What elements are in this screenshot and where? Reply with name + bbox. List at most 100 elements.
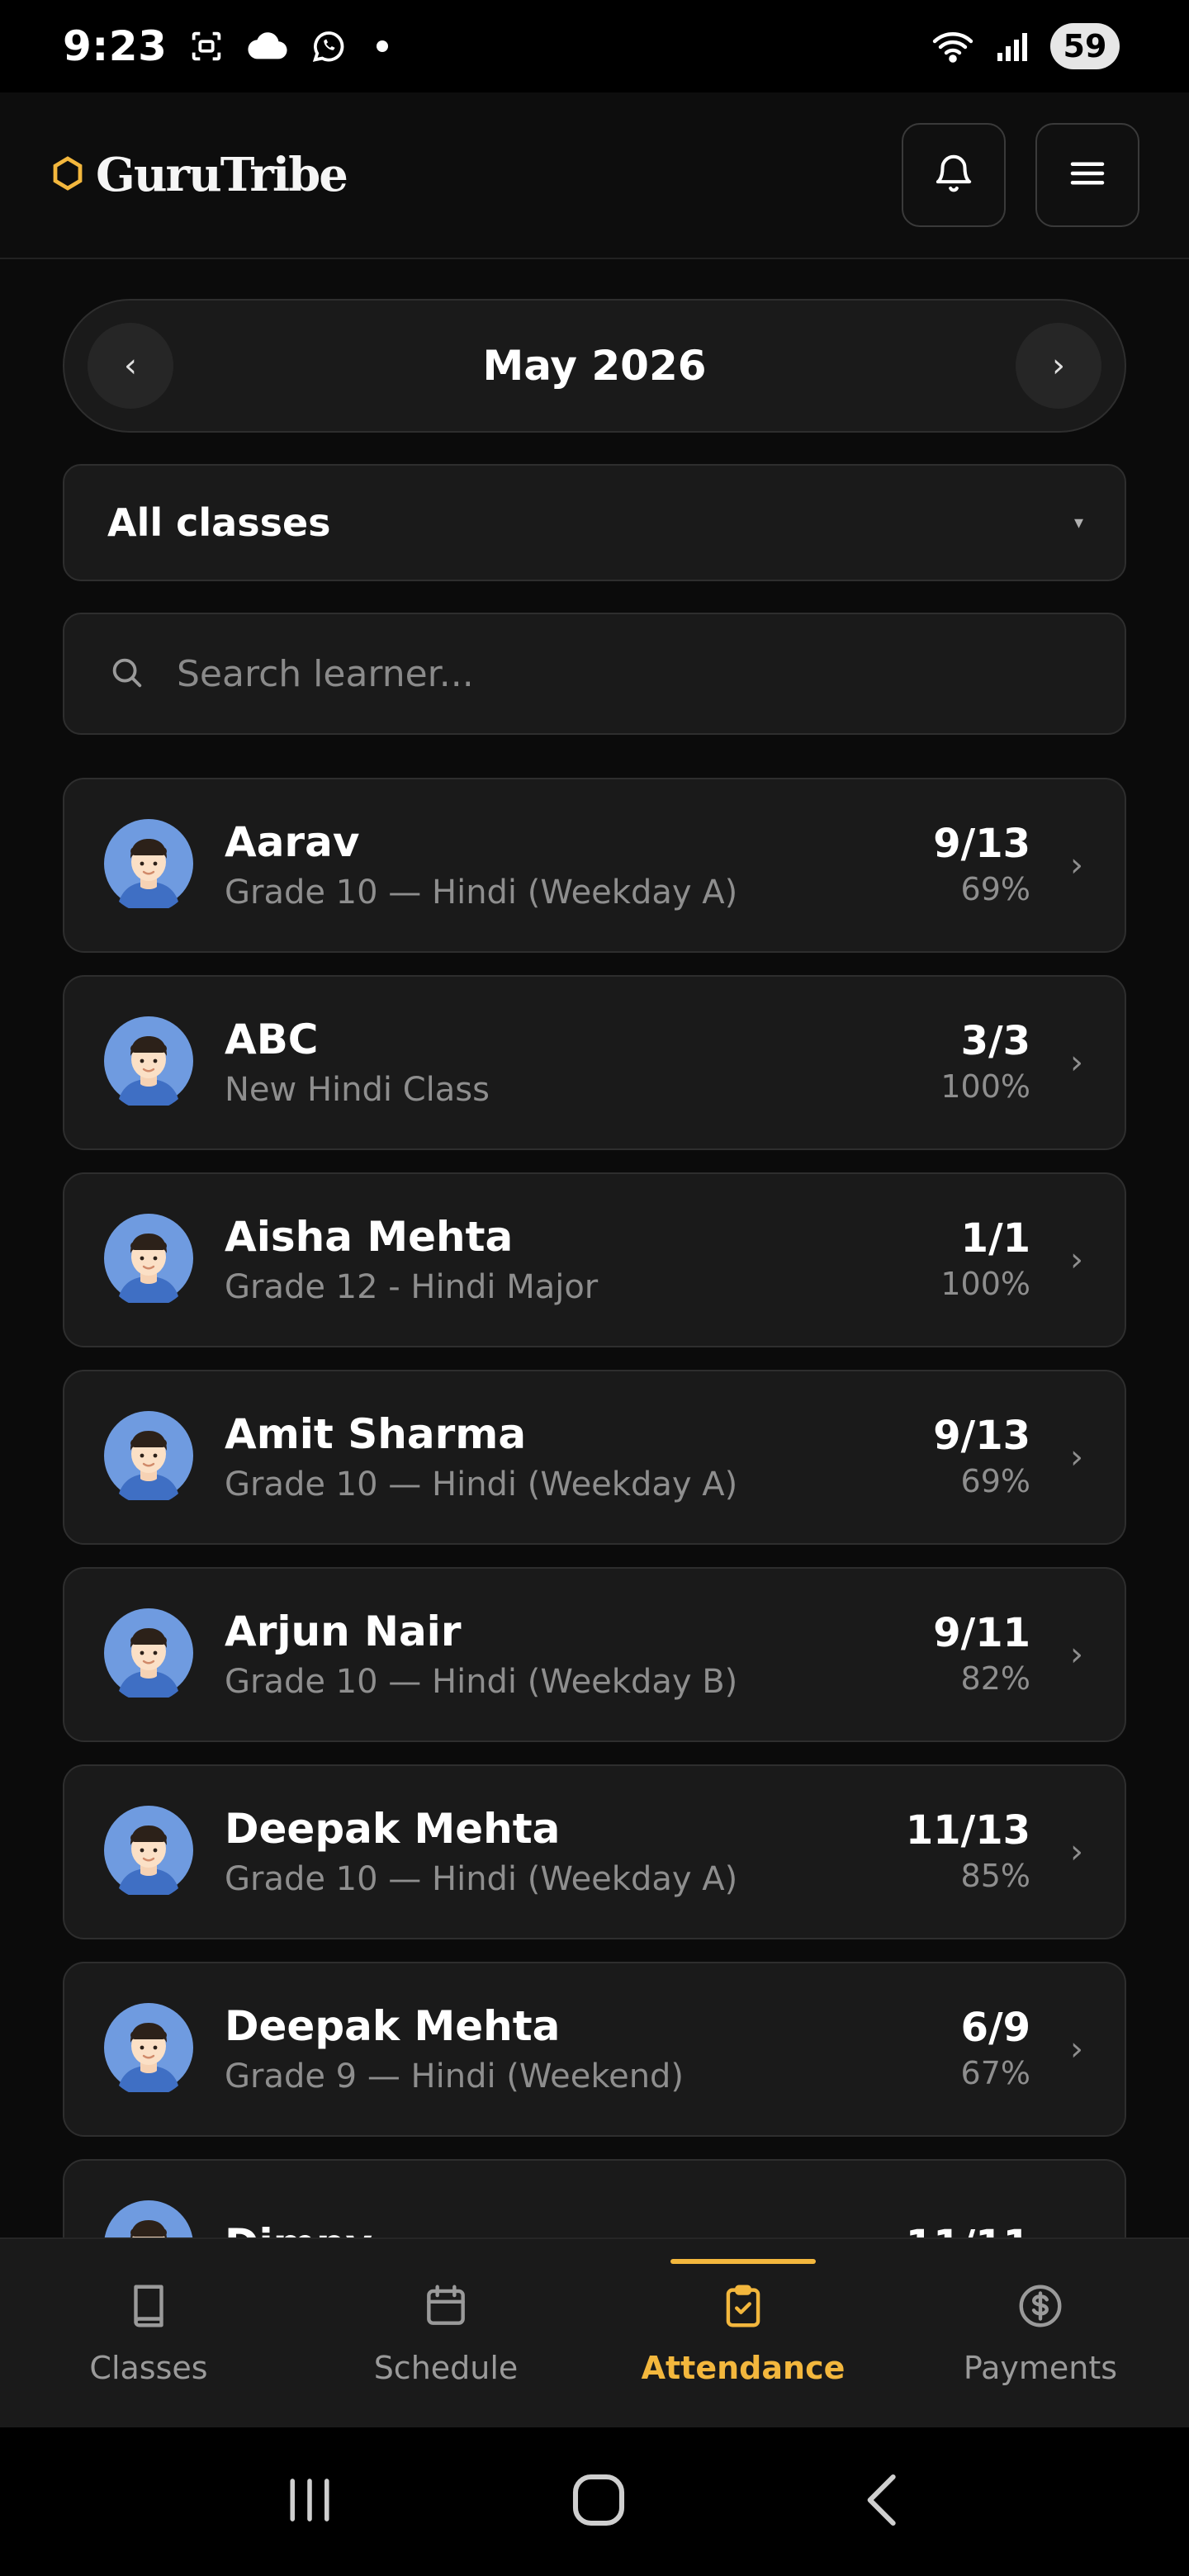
chevron-left-icon: ‹ — [124, 347, 137, 385]
calendar-icon — [420, 2280, 471, 2335]
attendance-percent: 100% — [940, 1266, 1030, 1303]
attendance-percent: 69% — [960, 1463, 1030, 1500]
learner-name: Amit Sharma — [225, 1410, 527, 1458]
signal-icon — [991, 25, 1034, 68]
search-box — [63, 613, 1126, 735]
learner-name: ABC — [225, 1016, 319, 1063]
notifications-button[interactable] — [902, 123, 1006, 227]
chevron-right-icon: › — [1070, 2228, 1083, 2237]
notification-dot-icon — [377, 40, 389, 52]
brand-hexagon-icon — [51, 155, 84, 195]
learner-name: Dimpy — [225, 2219, 906, 2237]
avatar — [104, 819, 193, 913]
attendance-count: 11/13 — [905, 1807, 1030, 1854]
caret-down-icon: ▾ — [1073, 512, 1083, 533]
tab-payments[interactable]: Payments — [892, 2239, 1189, 2427]
avatar — [104, 1214, 193, 1308]
learner-row[interactable]: Deepak Mehta Grade 10 — Hindi (Weekday A… — [63, 1764, 1126, 1939]
previous-month-button[interactable]: ‹ — [88, 323, 173, 409]
attendance-count: 11/11 — [906, 2222, 1030, 2237]
brand-name: GuruTribe — [96, 148, 348, 202]
tab-schedule[interactable]: Schedule — [297, 2239, 594, 2427]
learner-name: Aisha Mehta — [225, 1213, 514, 1261]
attendance-percent: 82% — [960, 1660, 1030, 1698]
tab-label: Payments — [963, 2350, 1118, 2386]
chevron-right-icon: › — [1070, 846, 1083, 884]
chevron-right-icon: › — [1070, 1636, 1083, 1674]
learner-row[interactable]: Arjun Nair Grade 10 — Hindi (Weekday B) … — [63, 1567, 1126, 1742]
search-icon — [107, 653, 145, 694]
learner-row[interactable]: Amit Sharma Grade 10 — Hindi (Weekday A)… — [63, 1370, 1126, 1545]
battery-indicator: 59 — [1050, 23, 1120, 69]
clipboard-check-icon — [718, 2280, 769, 2335]
chevron-right-icon: › — [1070, 2030, 1083, 2068]
attendance-percent: 100% — [940, 1068, 1030, 1106]
learner-name: Deepak Mehta — [225, 2002, 561, 2050]
recents-button[interactable] — [281, 2475, 339, 2528]
learner-class: Grade 9 — Hindi (Weekend) — [225, 2057, 685, 2095]
avatar — [104, 2003, 193, 2097]
learner-class: Grade 10 — Hindi (Weekday B) — [225, 1663, 738, 1701]
avatar — [104, 1016, 193, 1110]
attendance-percent: 69% — [960, 871, 1030, 908]
chevron-right-icon: › — [1070, 1438, 1083, 1476]
learner-class: New Hindi Class — [225, 1071, 490, 1109]
chevron-right-icon: › — [1070, 1833, 1083, 1871]
attendance-count: 9/13 — [933, 1412, 1030, 1459]
whatsapp-icon — [307, 25, 350, 68]
tab-label: Classes — [89, 2350, 208, 2386]
tab-label: Schedule — [373, 2350, 519, 2386]
attendance-count: 3/3 — [960, 1017, 1030, 1064]
attendance-percent: 67% — [960, 2055, 1030, 2092]
learner-row[interactable]: Deepak Mehta Grade 9 — Hindi (Weekend) 6… — [63, 1962, 1126, 2137]
attendance-count: 9/13 — [933, 820, 1030, 867]
learner-class: Grade 10 — Hindi (Weekday A) — [225, 874, 738, 912]
bell-icon — [931, 151, 976, 199]
status-bar: 9:23 59 — [0, 0, 1189, 92]
learner-name: Aarav — [225, 818, 360, 866]
next-month-button[interactable]: › — [1016, 323, 1101, 409]
learner-row[interactable]: ABC New Hindi Class 3/3 100% › — [63, 975, 1126, 1150]
dollar-circle-icon — [1015, 2280, 1066, 2335]
status-time: 9:23 — [63, 22, 168, 70]
tab-label: Attendance — [641, 2350, 846, 2386]
month-selector: ‹ May 2026 › — [63, 299, 1126, 433]
chevron-right-icon: › — [1052, 347, 1065, 385]
learner-row[interactable]: Aisha Mehta Grade 12 - Hindi Major 1/1 1… — [63, 1172, 1126, 1347]
learner-name: Deepak Mehta — [225, 1805, 561, 1853]
attendance-count: 9/11 — [933, 1609, 1030, 1656]
chevron-right-icon: › — [1070, 1044, 1083, 1082]
class-filter-select[interactable]: All classes ▾ — [63, 464, 1126, 581]
learner-class: Grade 10 — Hindi (Weekday A) — [225, 1466, 738, 1503]
tab-classes[interactable]: Classes — [0, 2239, 297, 2427]
attendance-percent: 85% — [960, 1858, 1030, 1895]
avatar — [104, 1806, 193, 1900]
system-navigation-bar — [0, 2427, 1189, 2576]
active-tab-indicator — [670, 2259, 816, 2264]
tab-attendance[interactable]: Attendance — [594, 2239, 892, 2427]
home-button[interactable] — [570, 2471, 628, 2532]
learner-list: Aarav Grade 10 — Hindi (Weekday A) 9/13 … — [63, 778, 1126, 2237]
chevron-right-icon: › — [1070, 1241, 1083, 1279]
back-button[interactable] — [859, 2471, 908, 2532]
learner-row[interactable]: Dimpy 11/11 › — [63, 2159, 1126, 2237]
class-filter-value: All classes — [107, 500, 331, 545]
learner-row[interactable]: Aarav Grade 10 — Hindi (Weekday A) 9/13 … — [63, 778, 1126, 953]
screenshot-icon — [185, 25, 228, 68]
learner-name: Arjun Nair — [225, 1608, 462, 1655]
menu-button[interactable] — [1035, 123, 1139, 227]
book-icon — [123, 2280, 174, 2335]
brand[interactable]: GuruTribe — [51, 148, 348, 202]
search-input[interactable] — [177, 652, 1068, 695]
wifi-icon — [931, 25, 974, 68]
cloud-icon — [246, 25, 289, 68]
attendance-count: 1/1 — [960, 1215, 1030, 1262]
attendance-count: 6/9 — [960, 2004, 1030, 2051]
app-header: GuruTribe — [0, 92, 1189, 259]
avatar — [104, 1411, 193, 1505]
avatar — [104, 2200, 193, 2237]
learner-class: Grade 10 — Hindi (Weekday A) — [225, 1860, 738, 1898]
learner-class: Grade 12 - Hindi Major — [225, 1268, 599, 1306]
avatar — [104, 1608, 193, 1702]
month-label: May 2026 — [482, 342, 707, 390]
